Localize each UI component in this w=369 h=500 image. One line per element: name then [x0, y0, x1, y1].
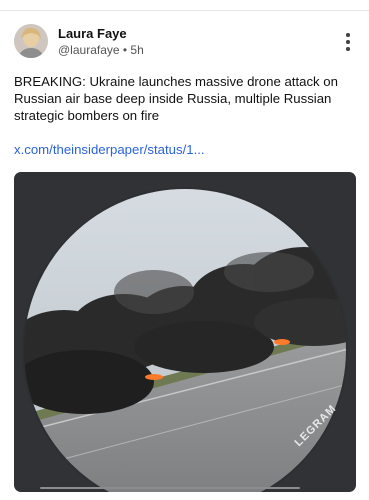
post-header: Laura Faye @laurafaye • 5h — [14, 24, 359, 64]
author-handle-time: @laurafaye • 5h — [58, 43, 144, 57]
top-divider — [0, 10, 369, 11]
avatar[interactable] — [14, 24, 48, 58]
author-name[interactable]: Laura Faye — [58, 26, 127, 41]
more-vertical-icon[interactable] — [345, 33, 351, 51]
post-link[interactable]: x.com/theinsiderpaper/status/1... — [14, 142, 205, 157]
post-text: BREAKING: Ukraine launches massive drone… — [14, 74, 338, 123]
video-scrubber[interactable] — [40, 487, 300, 489]
avatar-image — [14, 24, 48, 58]
